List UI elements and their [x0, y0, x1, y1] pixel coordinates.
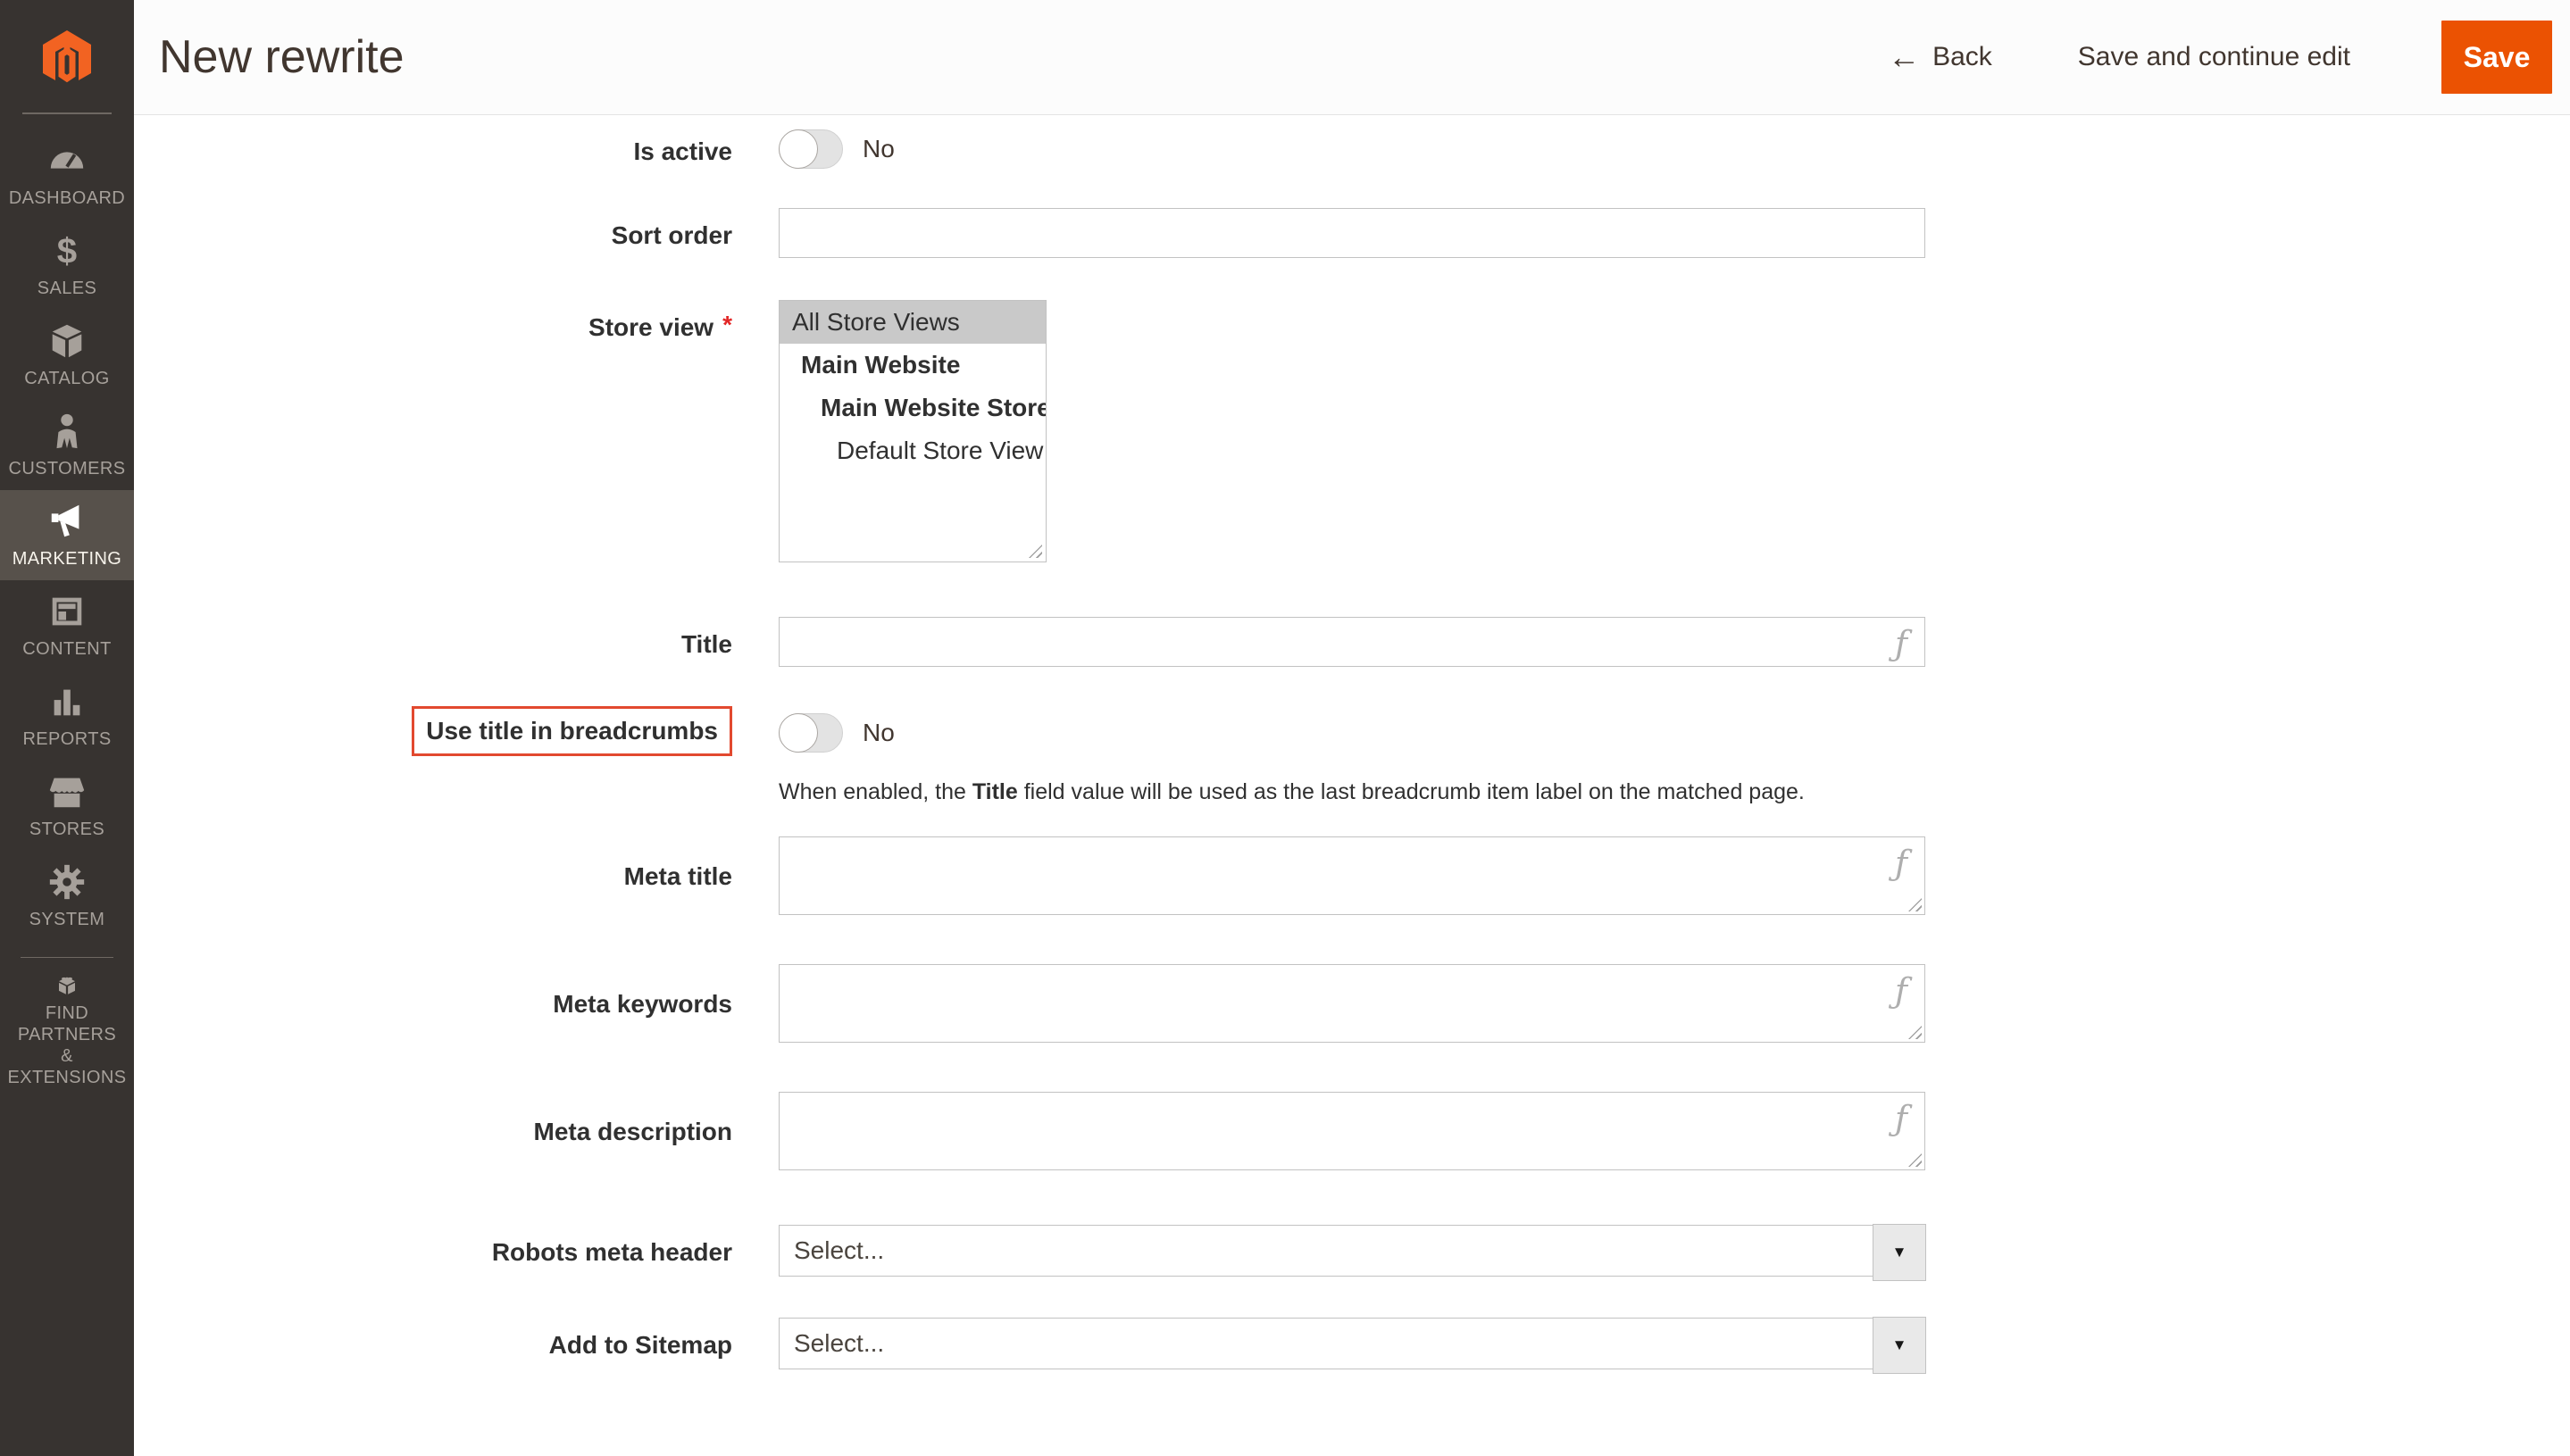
field-row-meta-title: Meta title ƒ — [134, 836, 2570, 915]
sidebar-item-dashboard[interactable]: DASHBOARD — [0, 129, 134, 220]
svg-text:$: $ — [57, 230, 77, 270]
sidebar: DASHBOARD $ SALES CATALOG CUSTOMERS MARK… — [0, 0, 134, 1456]
robots-meta-header-label: Robots meta header — [491, 1238, 732, 1266]
field-row-title: Title ƒ — [134, 617, 2570, 667]
is-active-toggle-value: No — [863, 135, 895, 162]
meta-description-textarea[interactable] — [779, 1092, 1925, 1170]
sidebar-item-find-partners[interactable]: FIND PARTNERS & EXTENSIONS — [0, 972, 134, 1088]
field-row-meta-keywords: Meta keywords ƒ — [134, 964, 2570, 1043]
header-actions: ← Back Save and continue edit Save — [1888, 21, 2552, 94]
page-header: New rewrite ← Back Save and continue edi… — [134, 0, 2570, 115]
sidebar-item-sales[interactable]: $ SALES — [0, 220, 134, 310]
field-row-robots-meta-header: Robots meta header Select... ▼ — [134, 1224, 2570, 1281]
store-view-option-all-store-views[interactable]: All Store Views — [780, 301, 1046, 344]
logo-divider — [22, 112, 112, 114]
field-row-add-to-sitemap: Add to Sitemap Select... ▼ — [134, 1317, 2570, 1374]
select-value: Select... — [794, 1329, 885, 1357]
customers-icon — [56, 413, 78, 449]
back-button[interactable]: ← Back — [1888, 41, 1992, 73]
sales-icon: $ — [57, 230, 77, 270]
meta-keywords-textarea[interactable] — [779, 964, 1925, 1043]
sidebar-item-label: CATALOG — [24, 369, 110, 388]
store-view-option-main-website-store[interactable]: Main Website Store — [780, 387, 1046, 429]
extensions-icon — [59, 977, 75, 994]
required-marker: * — [722, 311, 732, 338]
sidebar-item-customers[interactable]: CUSTOMERS — [0, 400, 134, 490]
catalog-icon — [52, 324, 82, 358]
store-view-option-default-store-view[interactable]: Default Store View — [780, 429, 1046, 472]
sidebar-item-label: CONTENT — [22, 639, 112, 659]
select-dropdown-button[interactable]: ▼ — [1873, 1317, 1926, 1374]
use-title-in-breadcrumbs-toggle-value: No — [863, 719, 895, 746]
robots-meta-header-select[interactable]: Select... ▼ — [779, 1224, 1926, 1281]
sort-order-input[interactable] — [779, 208, 1925, 258]
field-row-sort-order: Sort order — [134, 208, 2570, 258]
content-icon — [52, 597, 82, 626]
sidebar-item-label: DASHBOARD — [8, 188, 126, 208]
is-active-toggle[interactable] — [779, 129, 843, 169]
title-input[interactable] — [779, 617, 1925, 667]
meta-title-textarea[interactable] — [779, 836, 1925, 915]
select-dropdown-button[interactable]: ▼ — [1873, 1224, 1926, 1281]
sidebar-item-content[interactable]: CONTENT — [0, 580, 134, 670]
back-arrow-icon: ← — [1888, 38, 1921, 75]
store-view-label: Store view * — [588, 311, 732, 341]
sidebar-item-label: SYSTEM — [29, 910, 105, 929]
marketing-icon — [51, 504, 79, 537]
sidebar-divider — [21, 957, 113, 958]
meta-keywords-label: Meta keywords — [553, 990, 732, 1018]
sidebar-item-label: REPORTS — [22, 729, 112, 749]
sidebar-item-catalog[interactable]: CATALOG — [0, 310, 134, 400]
field-row-use-title-in-breadcrumbs: Use title in breadcrumbs No When enabled… — [134, 706, 2570, 806]
dashboard-icon — [50, 152, 84, 169]
sidebar-item-label: MARKETING — [12, 549, 122, 569]
rewrite-form: Is active No Sort order Store view * All… — [134, 115, 2570, 1374]
sidebar-item-label: CUSTOMERS — [8, 459, 126, 478]
save-and-continue-button[interactable]: Save and continue edit — [2078, 42, 2350, 72]
use-title-in-breadcrumbs-label: Use title in breadcrumbs — [412, 706, 732, 756]
sidebar-item-reports[interactable]: REPORTS — [0, 670, 134, 761]
system-icon — [49, 864, 85, 900]
meta-title-label: Meta title — [623, 862, 732, 890]
sidebar-item-stores[interactable]: STORES — [0, 761, 134, 851]
page-title: New rewrite — [159, 31, 405, 83]
sidebar-item-label: FIND PARTNERS & EXTENSIONS — [7, 1003, 127, 1087]
add-to-sitemap-label: Add to Sitemap — [548, 1331, 732, 1359]
select-value: Select... — [794, 1236, 885, 1264]
save-button[interactable]: Save — [2441, 21, 2552, 94]
sidebar-item-marketing[interactable]: MARKETING — [0, 490, 134, 580]
meta-description-label: Meta description — [533, 1118, 732, 1145]
store-view-option-main-website[interactable]: Main Website — [780, 344, 1046, 387]
sidebar-item-label: STORES — [29, 820, 105, 839]
sidebar-item-system[interactable]: SYSTEM — [0, 851, 134, 941]
store-view-listbox[interactable]: All Store Views Main Website Main Websit… — [779, 300, 1047, 562]
field-row-is-active: Is active No — [134, 129, 2570, 169]
chevron-down-icon: ▼ — [1891, 1336, 1907, 1353]
is-active-label: Is active — [633, 137, 732, 165]
toggle-knob — [779, 713, 818, 753]
magento-logo-icon — [43, 29, 91, 82]
sidebar-item-label: SALES — [37, 279, 97, 298]
sort-order-label: Sort order — [611, 221, 732, 249]
use-title-in-breadcrumbs-hint: When enabled, the Title field value will… — [779, 779, 1805, 804]
magento-logo[interactable] — [0, 0, 134, 115]
add-to-sitemap-select[interactable]: Select... ▼ — [779, 1317, 1926, 1374]
toggle-knob — [779, 129, 818, 169]
chevron-down-icon: ▼ — [1891, 1244, 1907, 1260]
field-row-meta-description: Meta description ƒ — [134, 1092, 2570, 1170]
sidebar-nav: DASHBOARD $ SALES CATALOG CUSTOMERS MARK… — [0, 115, 134, 1088]
reports-icon — [54, 689, 80, 716]
field-row-store-view: Store view * All Store Views Main Website… — [134, 300, 2570, 562]
stores-icon — [49, 778, 85, 808]
title-label: Title — [680, 630, 732, 658]
listbox-resize-grip[interactable] — [1029, 545, 1042, 558]
use-title-in-breadcrumbs-toggle[interactable] — [779, 713, 843, 753]
